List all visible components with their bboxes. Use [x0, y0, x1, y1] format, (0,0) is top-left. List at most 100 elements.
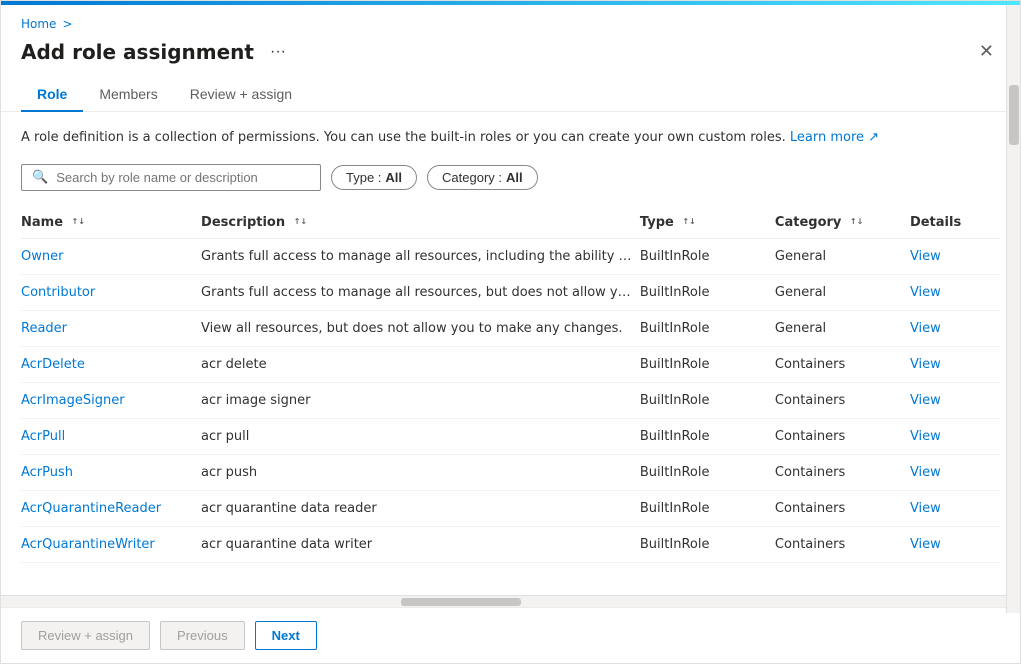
cell-type-6: BuiltInRole [640, 454, 775, 490]
table-row: AcrQuarantineReader acr quarantine data … [21, 490, 1000, 526]
breadcrumb: Home > [21, 17, 1000, 31]
search-box[interactable]: 🔍 [21, 164, 321, 191]
cell-name-7: AcrQuarantineReader [21, 490, 201, 526]
cell-type-7: BuiltInRole [640, 490, 775, 526]
view-link-7[interactable]: View [910, 501, 941, 516]
cell-type-0: BuiltInRole [640, 238, 775, 274]
cell-details-0: View [910, 238, 1000, 274]
cell-type-2: BuiltInRole [640, 310, 775, 346]
cell-details-2: View [910, 310, 1000, 346]
close-button[interactable]: ✕ [973, 37, 1000, 66]
view-link-0[interactable]: View [910, 249, 941, 264]
table-row: AcrDelete acr delete BuiltInRole Contain… [21, 346, 1000, 382]
view-link-3[interactable]: View [910, 357, 941, 372]
role-name-link-5[interactable]: AcrPull [21, 429, 65, 444]
role-name-link-3[interactable]: AcrDelete [21, 357, 85, 372]
table-row: Contributor Grants full access to manage… [21, 274, 1000, 310]
ellipsis-button[interactable]: ··· [264, 41, 292, 63]
cell-name-1: Contributor [21, 274, 201, 310]
cell-category-6: Containers [775, 454, 910, 490]
col-name[interactable]: Name ↑↓ [21, 207, 201, 239]
tab-role[interactable]: Role [21, 78, 83, 112]
cell-details-7: View [910, 490, 1000, 526]
role-name-link-6[interactable]: AcrPush [21, 465, 73, 480]
cell-category-5: Containers [775, 418, 910, 454]
search-input[interactable] [56, 170, 310, 185]
col-category[interactable]: Category ↑↓ [775, 207, 910, 239]
cell-name-8: AcrQuarantineWriter [21, 526, 201, 562]
cell-description-5: acr pull [201, 418, 640, 454]
cell-category-4: Containers [775, 382, 910, 418]
cell-details-5: View [910, 418, 1000, 454]
content-area: A role definition is a collection of per… [1, 112, 1020, 606]
next-button[interactable]: Next [255, 621, 317, 650]
cell-description-6: acr push [201, 454, 640, 490]
footer: Review + assign Previous Next [1, 607, 1020, 663]
type-filter-label: Type : [346, 170, 381, 185]
sort-arrows-cat: ↑↓ [850, 218, 863, 226]
previous-button[interactable]: Previous [160, 621, 245, 650]
page-title: Add role assignment [21, 40, 254, 64]
title-left: Add role assignment ··· [21, 40, 292, 64]
cell-name-0: Owner [21, 238, 201, 274]
table-body: Owner Grants full access to manage all r… [21, 238, 1000, 562]
cell-name-3: AcrDelete [21, 346, 201, 382]
scrollbar-right[interactable] [1006, 5, 1020, 613]
tab-review-assign[interactable]: Review + assign [174, 78, 308, 112]
view-link-8[interactable]: View [910, 537, 941, 552]
cell-description-4: acr image signer [201, 382, 640, 418]
cell-type-3: BuiltInRole [640, 346, 775, 382]
scrollbar-thumb[interactable] [1009, 85, 1019, 145]
roles-table: Name ↑↓ Description ↑↓ Type ↑↓ Category … [21, 207, 1000, 563]
cell-name-4: AcrImageSigner [21, 382, 201, 418]
cell-type-8: BuiltInRole [640, 526, 775, 562]
cell-details-4: View [910, 382, 1000, 418]
cell-name-5: AcrPull [21, 418, 201, 454]
role-name-link-7[interactable]: AcrQuarantineReader [21, 501, 161, 516]
table-row: AcrImageSigner acr image signer BuiltInR… [21, 382, 1000, 418]
role-name-link-1[interactable]: Contributor [21, 285, 95, 300]
cell-type-4: BuiltInRole [640, 382, 775, 418]
tabs: Role Members Review + assign [21, 78, 1000, 111]
cell-category-7: Containers [775, 490, 910, 526]
table-row: Reader View all resources, but does not … [21, 310, 1000, 346]
cell-description-0: Grants full access to manage all resourc… [201, 238, 640, 274]
view-link-4[interactable]: View [910, 393, 941, 408]
table-row: AcrQuarantineWriter acr quarantine data … [21, 526, 1000, 562]
filters-row: 🔍 Type : All Category : All [21, 164, 1000, 191]
cell-type-1: BuiltInRole [640, 274, 775, 310]
search-icon: 🔍 [32, 170, 48, 185]
view-link-2[interactable]: View [910, 321, 941, 336]
sort-arrows-type: ↑↓ [682, 218, 695, 226]
review-assign-button[interactable]: Review + assign [21, 621, 150, 650]
cell-category-1: General [775, 274, 910, 310]
scrollbar-bottom-thumb[interactable] [401, 598, 521, 606]
type-filter-value: All [385, 170, 402, 185]
tab-members[interactable]: Members [83, 78, 173, 112]
table-header: Name ↑↓ Description ↑↓ Type ↑↓ Category … [21, 207, 1000, 239]
role-name-link-8[interactable]: AcrQuarantineWriter [21, 537, 155, 552]
role-name-link-4[interactable]: AcrImageSigner [21, 393, 125, 408]
scrollbar-bottom[interactable] [1, 595, 1006, 607]
cell-details-6: View [910, 454, 1000, 490]
title-row: Add role assignment ··· ✕ [21, 37, 1000, 66]
view-link-5[interactable]: View [910, 429, 941, 444]
category-filter-label: Category : [442, 170, 502, 185]
category-filter[interactable]: Category : All [427, 165, 538, 190]
col-type[interactable]: Type ↑↓ [640, 207, 775, 239]
cell-details-8: View [910, 526, 1000, 562]
cell-description-7: acr quarantine data reader [201, 490, 640, 526]
view-link-1[interactable]: View [910, 285, 941, 300]
role-name-link-0[interactable]: Owner [21, 249, 63, 264]
cell-description-2: View all resources, but does not allow y… [201, 310, 640, 346]
role-name-link-2[interactable]: Reader [21, 321, 67, 336]
col-description[interactable]: Description ↑↓ [201, 207, 640, 239]
cell-details-3: View [910, 346, 1000, 382]
cell-description-8: acr quarantine data writer [201, 526, 640, 562]
breadcrumb-home[interactable]: Home [21, 17, 56, 31]
learn-more-link[interactable]: Learn more ↗ [790, 130, 879, 145]
sort-arrows-name: ↑↓ [72, 218, 85, 226]
type-filter[interactable]: Type : All [331, 165, 417, 190]
view-link-6[interactable]: View [910, 465, 941, 480]
cell-description-1: Grants full access to manage all resourc… [201, 274, 640, 310]
